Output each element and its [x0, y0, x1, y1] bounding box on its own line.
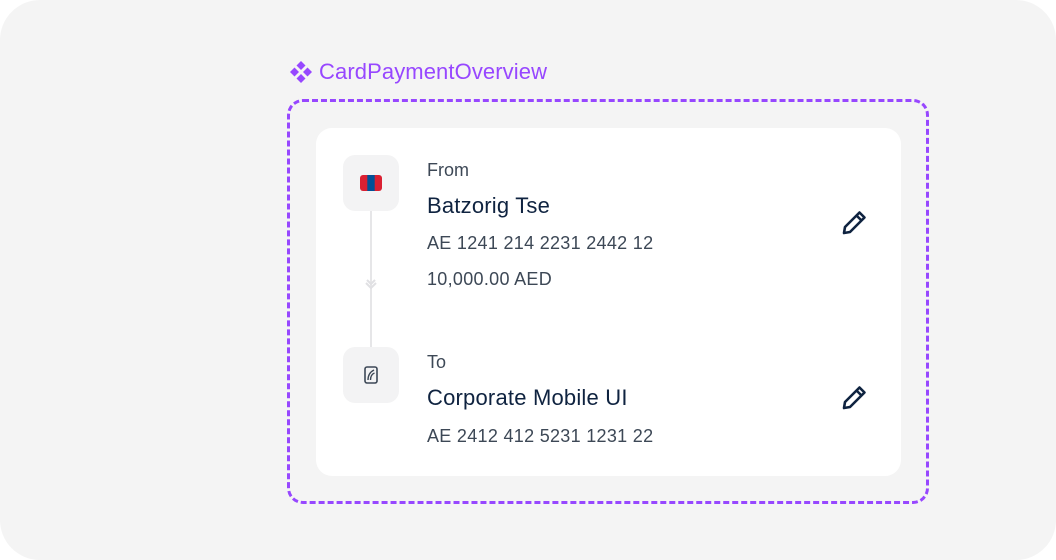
chevron-down-icon — [365, 279, 377, 290]
from-name: Batzorig Tse — [427, 193, 551, 218]
canvas-background: CardPaymentOverview From Batzorig Tse AE… — [0, 0, 1056, 560]
pencil-icon — [842, 386, 866, 410]
edit-from-button[interactable] — [836, 205, 872, 241]
from-icon-box — [343, 155, 399, 211]
from-account-number: AE 1241 214 2231 2442 12 — [427, 233, 654, 253]
component-label: CardPaymentOverview — [289, 58, 547, 86]
bank-card-icon — [364, 366, 378, 384]
component-diamond-icon — [290, 61, 312, 83]
to-name: Corporate Mobile UI — [427, 385, 628, 410]
payment-overview-card: From Batzorig Tse AE 1241 214 2231 2442 … — [316, 128, 901, 476]
to-caption: To — [427, 352, 447, 372]
to-account-number: AE 2412 412 5231 1231 22 — [427, 426, 654, 446]
to-icon-box — [343, 347, 399, 403]
from-caption: From — [427, 160, 469, 180]
edit-to-button[interactable] — [836, 380, 872, 416]
mongolia-flag-icon — [360, 175, 382, 191]
pencil-icon — [842, 211, 866, 235]
from-balance: 10,000.00 AED — [427, 269, 552, 289]
component-name: CardPaymentOverview — [319, 59, 548, 84]
